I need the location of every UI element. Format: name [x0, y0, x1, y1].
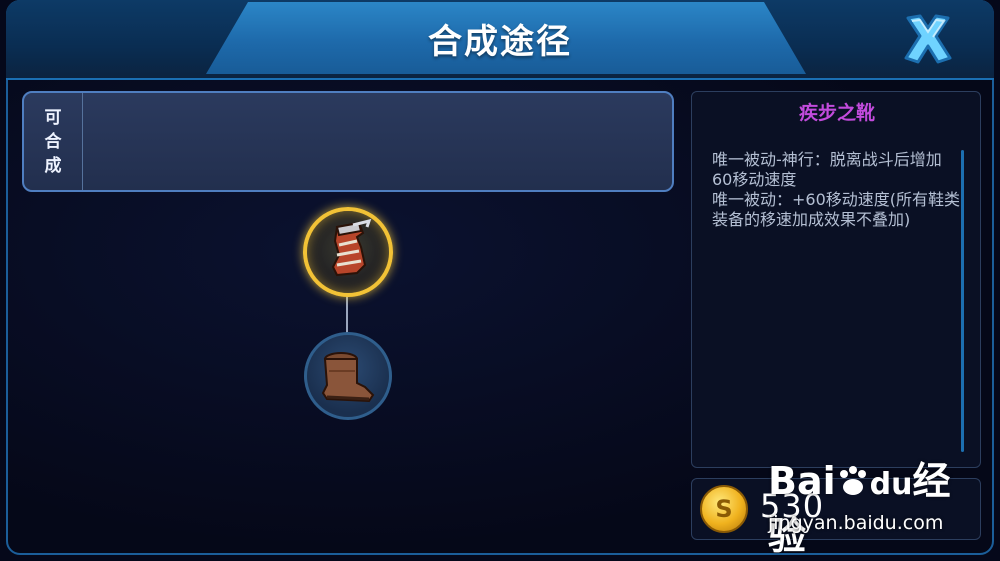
craftable-label-char: 成: [44, 155, 62, 176]
item-slot-basic-boots[interactable]: [304, 332, 392, 420]
item-description: 唯一被动-神行：脱离战斗后增加60移动速度 唯一被动：+60移动速度(所有鞋类装…: [712, 150, 962, 230]
close-button[interactable]: [899, 12, 957, 66]
item-info-panel: 疾步之靴 唯一被动-神行：脱离战斗后增加60移动速度 唯一被动：+60移动速度(…: [691, 91, 981, 468]
item-price: 530: [760, 487, 825, 525]
craftable-label: 可 合 成: [24, 93, 83, 190]
dialog-title: 合成途径: [428, 22, 572, 62]
item-name: 疾步之靴: [798, 102, 875, 124]
description-line: 唯一被动-神行：脱离战斗后增加60移动速度: [712, 150, 942, 189]
gold-coin-icon: S: [700, 485, 748, 533]
description-scrollbar[interactable]: [961, 150, 964, 452]
boots-icon: [321, 352, 375, 403]
description-line: 唯一被动：+60移动速度(所有鞋类装备的移速加成效果不叠加): [712, 190, 961, 229]
svg-text:S: S: [715, 495, 732, 523]
item-slot-swift-boots[interactable]: [303, 207, 393, 297]
craftable-label-char: 可: [44, 107, 62, 128]
craftable-label-char: 合: [44, 131, 62, 152]
craftable-panel: 可 合 成: [22, 91, 674, 192]
close-icon: [904, 14, 952, 64]
price-panel: S 530: [691, 478, 981, 540]
swift-boots-icon: [331, 218, 372, 277]
